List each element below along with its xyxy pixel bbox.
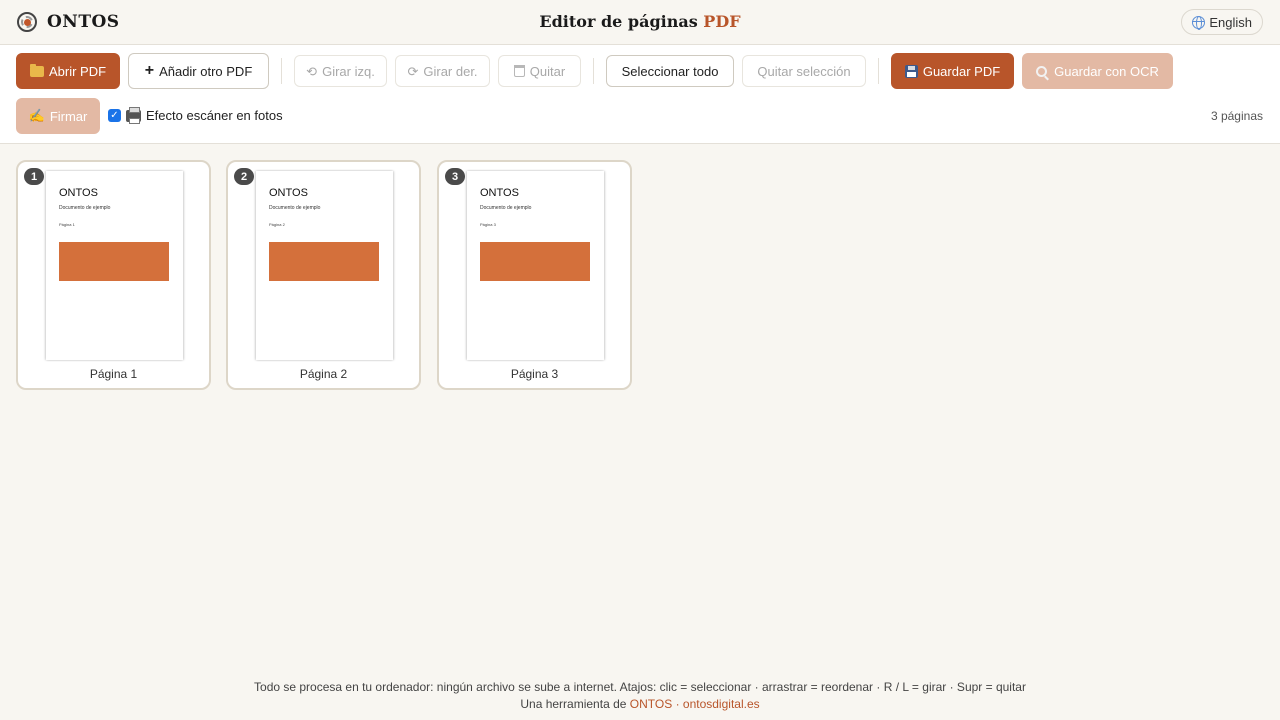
thumb-color-block bbox=[480, 242, 590, 281]
scanner-effect-label[interactable]: Efecto escáner en fotos bbox=[126, 106, 283, 124]
remove-button[interactable]: Quitar bbox=[498, 55, 581, 87]
footer-info: Todo se procesa en tu ordenador: ningún … bbox=[254, 680, 1026, 694]
page-label: Página 3 bbox=[510, 367, 559, 381]
thumb-title: ONTOS bbox=[59, 187, 98, 199]
rotate-left-button[interactable]: ⟲ Girar izq. bbox=[294, 55, 387, 87]
clear-selection-label: Quitar selección bbox=[757, 63, 851, 79]
footer-brand-link[interactable]: ONTOS bbox=[630, 697, 672, 711]
page-label: Página 2 bbox=[299, 367, 348, 381]
rotate-right-button[interactable]: ⟳ Girar der. bbox=[395, 55, 490, 87]
footer-site-link[interactable]: ontosdigital.es bbox=[683, 697, 760, 711]
add-pdf-button[interactable]: + Añadir otro PDF bbox=[128, 53, 269, 89]
top-bar: ONTOS Editor de páginas PDF English bbox=[0, 0, 1280, 45]
scanner-effect-checkbox[interactable]: ✓ bbox=[108, 109, 121, 122]
thumb-page-text: Página 1 bbox=[59, 222, 75, 227]
thumb-subtitle: Documento de ejemplo bbox=[59, 205, 111, 211]
floppy-disk-icon bbox=[904, 64, 918, 78]
page-thumbnail: ONTOS Documento de ejemplo Página 2 bbox=[256, 171, 393, 360]
thumb-subtitle: Documento de ejemplo bbox=[269, 205, 321, 211]
thumb-page-text: Página 2 bbox=[269, 222, 285, 227]
save-pdf-label: Guardar PDF bbox=[922, 63, 1001, 79]
rotate-right-icon: ⟳ bbox=[407, 63, 419, 79]
remove-label: Quitar bbox=[529, 63, 566, 79]
page-card[interactable]: 1 ONTOS Documento de ejemplo Página 1 Pá… bbox=[16, 160, 211, 390]
thumb-title: ONTOS bbox=[480, 187, 519, 199]
language-toggle-button[interactable]: English bbox=[1181, 9, 1263, 35]
save-ocr-button[interactable]: Guardar con OCR bbox=[1022, 53, 1173, 89]
page-count: 3 páginas bbox=[1210, 109, 1263, 123]
clear-selection-button[interactable]: Quitar selección bbox=[742, 55, 866, 87]
page-label: Página 1 bbox=[89, 367, 138, 381]
footer-separator: · bbox=[675, 697, 680, 711]
toolbar: Abrir PDF + Añadir otro PDF ⟲ Girar izq.… bbox=[0, 45, 1280, 144]
thumb-page-text: Página 3 bbox=[480, 222, 496, 227]
toolbar-divider bbox=[878, 58, 879, 84]
open-pdf-button[interactable]: Abrir PDF bbox=[16, 53, 120, 89]
globe-icon bbox=[1192, 15, 1206, 30]
toolbar-divider bbox=[593, 58, 594, 84]
magnifier-icon bbox=[1036, 65, 1048, 77]
page-title: Editor de páginas PDF bbox=[0, 12, 1280, 31]
printer-icon bbox=[126, 106, 141, 124]
sign-button[interactable]: ✍ Firmar bbox=[16, 98, 100, 134]
save-pdf-button[interactable]: Guardar PDF bbox=[891, 53, 1014, 89]
language-label: English bbox=[1209, 14, 1252, 30]
select-all-label: Seleccionar todo bbox=[621, 63, 719, 79]
footer-credit-prefix: Una herramienta de bbox=[520, 697, 627, 711]
page-card[interactable]: 3 ONTOS Documento de ejemplo Página 3 Pá… bbox=[437, 160, 632, 390]
page-title-main: Editor de páginas bbox=[539, 12, 698, 31]
page-number-badge: 3 bbox=[445, 168, 465, 185]
page-thumbnail: ONTOS Documento de ejemplo Página 1 bbox=[46, 171, 183, 360]
add-pdf-label: Añadir otro PDF bbox=[159, 63, 253, 79]
rotate-right-label: Girar der. bbox=[423, 63, 478, 79]
select-all-button[interactable]: Seleccionar todo bbox=[606, 55, 734, 87]
save-ocr-label: Guardar con OCR bbox=[1054, 63, 1159, 79]
plus-icon: + bbox=[144, 62, 155, 79]
open-pdf-label: Abrir PDF bbox=[48, 63, 107, 79]
page-thumbnail: ONTOS Documento de ejemplo Página 3 bbox=[467, 171, 604, 360]
thumb-subtitle: Documento de ejemplo bbox=[480, 205, 532, 211]
folder-icon bbox=[29, 63, 44, 77]
scanner-effect-text: Efecto escáner en fotos bbox=[146, 108, 283, 123]
thumb-color-block bbox=[59, 242, 169, 281]
rotate-left-label: Girar izq. bbox=[322, 63, 375, 79]
trash-icon bbox=[513, 65, 525, 77]
thumb-title: ONTOS bbox=[269, 187, 308, 199]
page-number-badge: 2 bbox=[234, 168, 254, 185]
page-title-accent: PDF bbox=[703, 12, 741, 31]
toolbar-divider bbox=[281, 58, 282, 84]
footer-credit: Una herramienta de ONTOS · ontosdigital.… bbox=[0, 697, 1280, 711]
writing-hand-icon: ✍ bbox=[28, 108, 45, 123]
thumb-color-block bbox=[269, 242, 379, 281]
page-card[interactable]: 2 ONTOS Documento de ejemplo Página 2 Pá… bbox=[226, 160, 421, 390]
page-number-badge: 1 bbox=[24, 168, 44, 185]
sign-label: Firmar bbox=[49, 108, 88, 124]
rotate-left-icon: ⟲ bbox=[306, 63, 318, 79]
